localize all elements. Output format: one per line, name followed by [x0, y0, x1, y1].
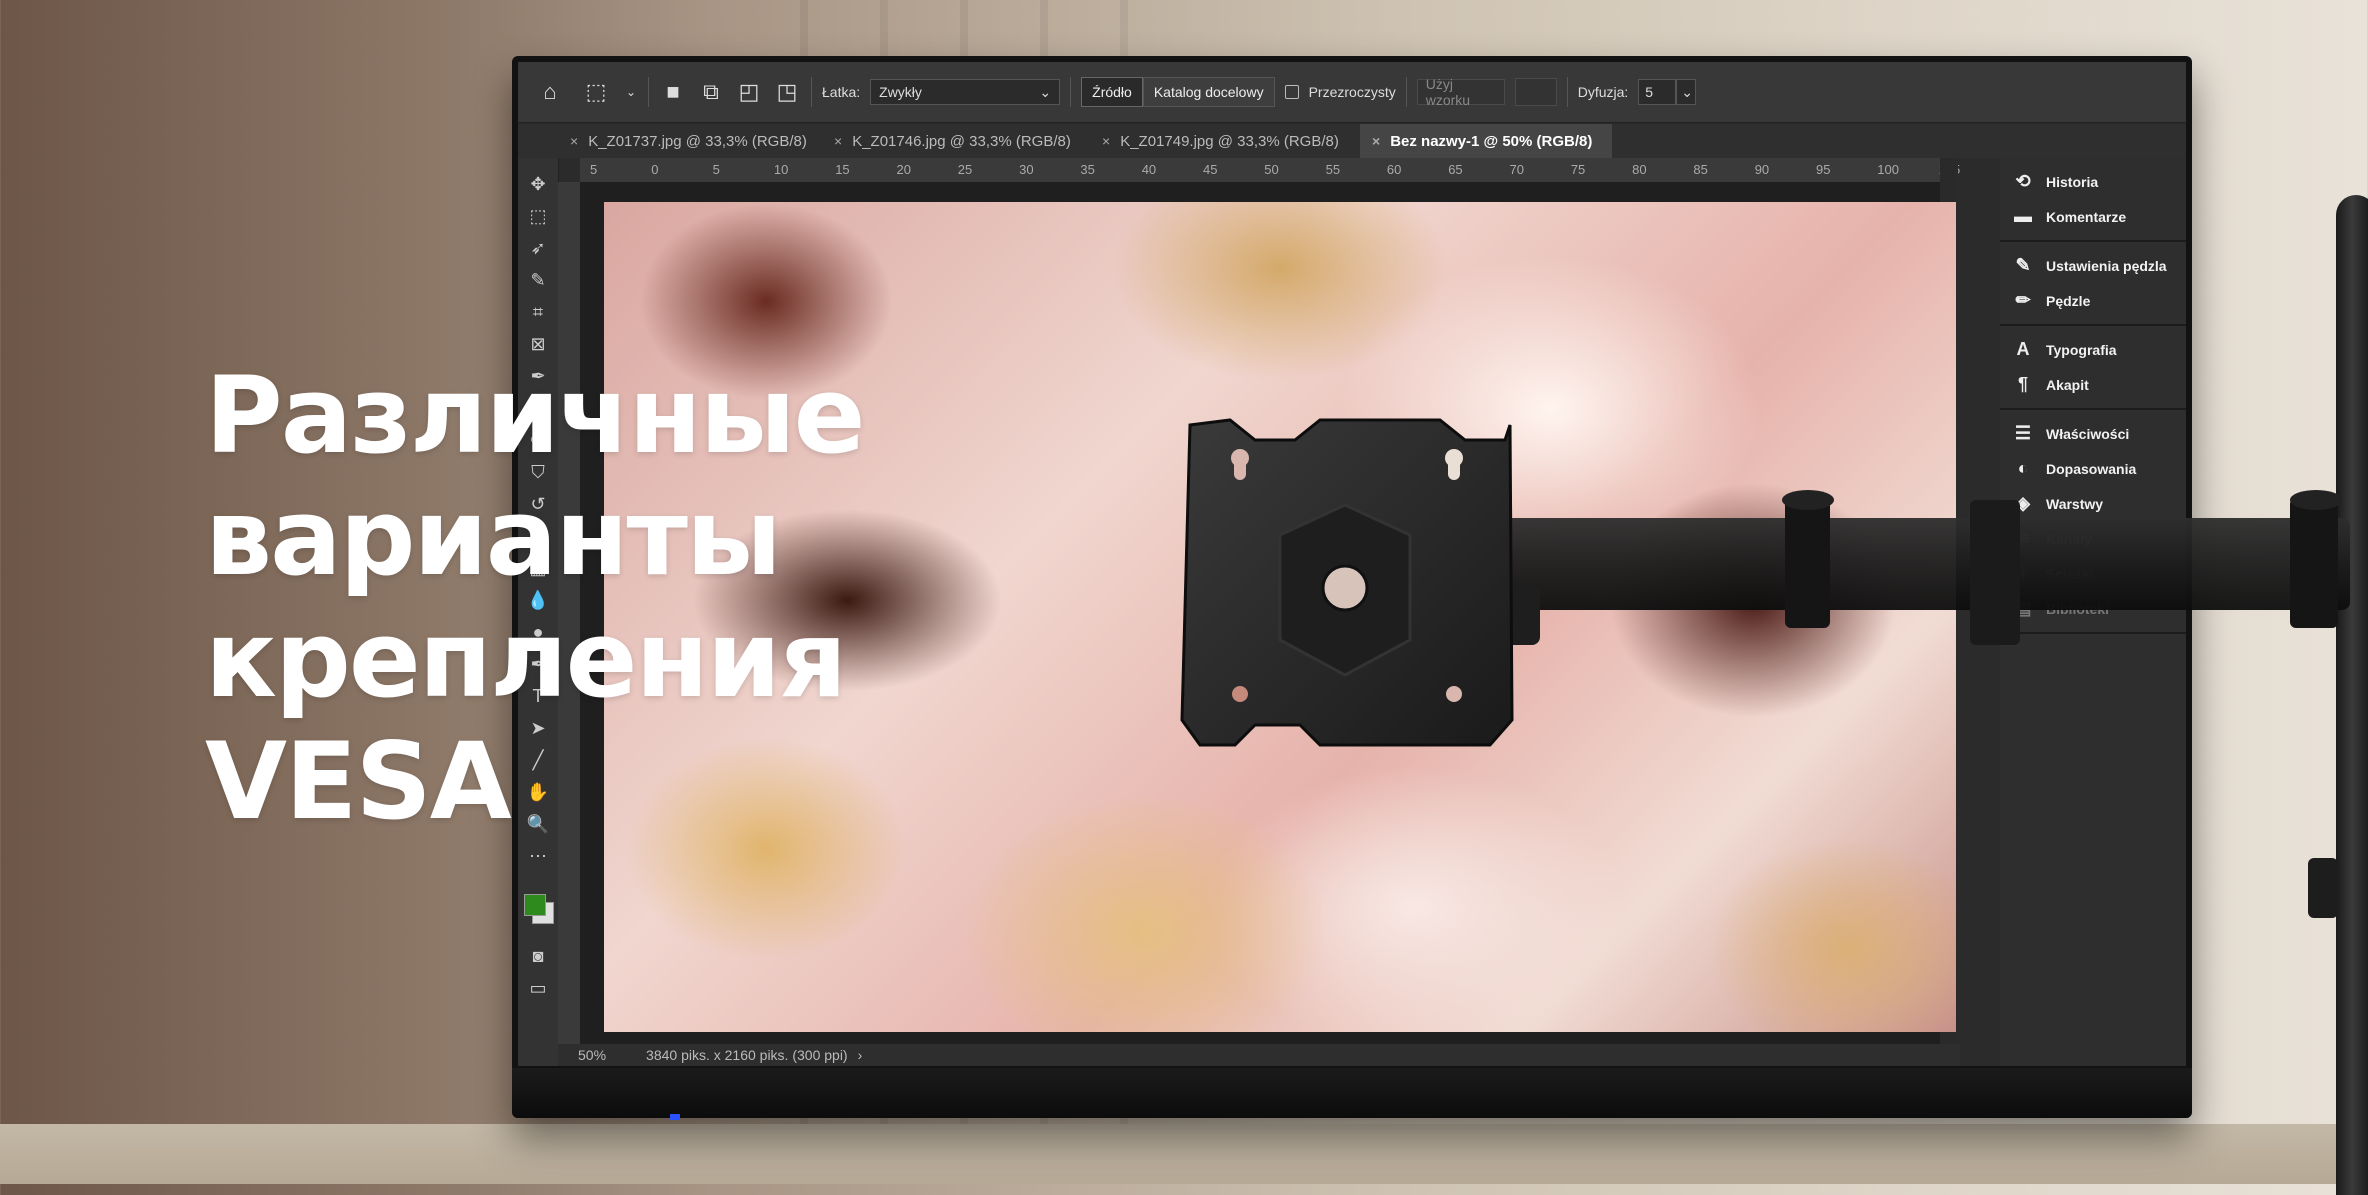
arm-joint-left: [1785, 500, 1830, 628]
mount-slot: [1234, 458, 1246, 480]
vesa-center-hole: [1321, 564, 1369, 612]
mount-hole: [1446, 686, 1462, 702]
vesa-mount-illustration: [1180, 418, 2350, 747]
arm-knob-left: [1782, 490, 1834, 510]
mount-arm: [1470, 518, 2350, 610]
mount-hole: [1232, 686, 1248, 702]
arm-joint-mid: [1970, 500, 2020, 645]
mount-slot: [1448, 458, 1460, 480]
arm-joint-right: [2290, 498, 2338, 628]
arm-knob-right: [2290, 490, 2342, 510]
